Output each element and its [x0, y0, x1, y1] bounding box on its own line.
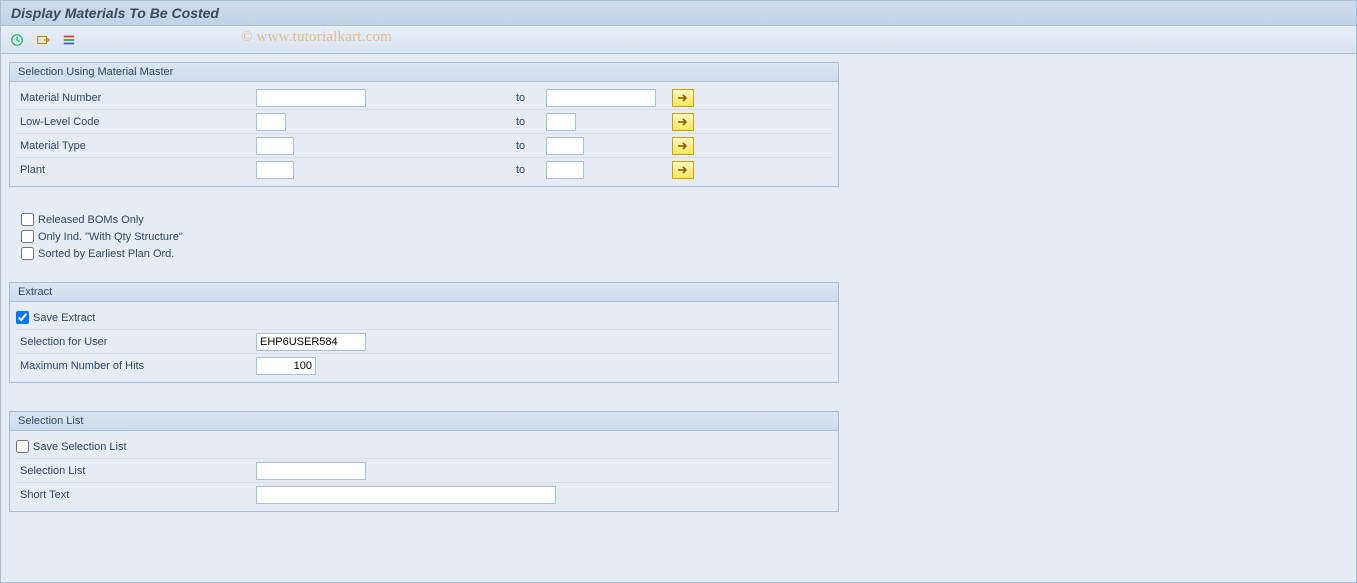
- low-level-from-input[interactable]: [256, 113, 286, 131]
- low-level-label: Low-Level Code: [16, 116, 256, 128]
- page-title: Display Materials To Be Costed: [1, 1, 1356, 26]
- group-header: Extract: [10, 283, 838, 302]
- save-extract-label: Save Extract: [33, 312, 95, 324]
- bars-color-icon: [62, 33, 76, 47]
- folder-out-icon: [36, 33, 50, 47]
- arrow-right-icon: [677, 117, 689, 127]
- selection-list-input[interactable]: [256, 462, 366, 480]
- watermark-text: © www.tutorialkart.com: [241, 29, 392, 46]
- layout-button[interactable]: [59, 30, 79, 50]
- material-number-from-input[interactable]: [256, 89, 366, 107]
- to-label: to: [506, 140, 546, 152]
- material-number-to-input[interactable]: [546, 89, 656, 107]
- max-hits-input[interactable]: [256, 357, 316, 375]
- plant-label: Plant: [16, 164, 256, 176]
- save-selection-list-label: Save Selection List: [33, 441, 127, 453]
- max-hits-label: Maximum Number of Hits: [16, 360, 256, 372]
- to-label: to: [506, 92, 546, 104]
- selection-list-label: Selection List: [16, 465, 256, 477]
- material-type-from-input[interactable]: [256, 137, 294, 155]
- group-extract: Extract Save Extract Selection for User …: [9, 282, 839, 383]
- selection-for-user-label: Selection for User: [16, 336, 256, 348]
- material-type-multiple-button[interactable]: [672, 137, 694, 155]
- only-ind-checkbox[interactable]: [21, 230, 34, 243]
- low-level-multiple-button[interactable]: [672, 113, 694, 131]
- arrow-right-icon: [677, 93, 689, 103]
- released-boms-checkbox[interactable]: [21, 213, 34, 226]
- options-block: Released BOMs Only Only Ind. "With Qty S…: [9, 201, 1348, 262]
- save-extract-checkbox[interactable]: [16, 311, 29, 324]
- app-window: Display Materials To Be Costed © www.tut…: [0, 0, 1357, 583]
- get-variant-button[interactable]: [33, 30, 53, 50]
- short-text-label: Short Text: [16, 489, 256, 501]
- only-ind-label: Only Ind. "With Qty Structure": [38, 231, 183, 243]
- released-boms-label: Released BOMs Only: [38, 214, 144, 226]
- low-level-to-input[interactable]: [546, 113, 576, 131]
- sorted-checkbox[interactable]: [21, 247, 34, 260]
- material-type-label: Material Type: [16, 140, 256, 152]
- group-header: Selection Using Material Master: [10, 63, 838, 82]
- group-selection-list: Selection List Save Selection List Selec…: [9, 411, 839, 512]
- arrow-right-icon: [677, 141, 689, 151]
- material-number-multiple-button[interactable]: [672, 89, 694, 107]
- to-label: to: [506, 164, 546, 176]
- short-text-input[interactable]: [256, 486, 556, 504]
- sorted-label: Sorted by Earliest Plan Ord.: [38, 248, 174, 260]
- execute-button[interactable]: [7, 30, 27, 50]
- to-label: to: [506, 116, 546, 128]
- content-area: Selection Using Material Master Material…: [1, 54, 1356, 534]
- selection-for-user-input[interactable]: [256, 333, 366, 351]
- group-selection-material-master: Selection Using Material Master Material…: [9, 62, 839, 187]
- clock-run-icon: [10, 33, 24, 47]
- material-number-label: Material Number: [16, 92, 256, 104]
- plant-multiple-button[interactable]: [672, 161, 694, 179]
- material-type-to-input[interactable]: [546, 137, 584, 155]
- group-header: Selection List: [10, 412, 838, 431]
- arrow-right-icon: [677, 165, 689, 175]
- plant-from-input[interactable]: [256, 161, 294, 179]
- toolbar: © www.tutorialkart.com: [1, 26, 1356, 54]
- plant-to-input[interactable]: [546, 161, 584, 179]
- save-selection-list-checkbox[interactable]: [16, 440, 29, 453]
